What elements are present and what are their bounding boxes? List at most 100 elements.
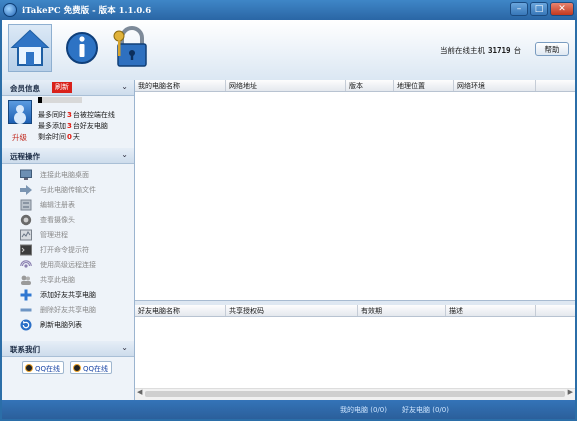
info-button[interactable] (60, 24, 104, 72)
qq-penguin-icon (25, 364, 33, 372)
op-advanced-connect[interactable]: 使用高级远程连接 (20, 258, 132, 272)
username-redacted (38, 97, 82, 103)
op-add-friend-computer[interactable]: 添加好友共享电脑 (20, 288, 132, 302)
member-line1-post: 台被控端在线 (72, 111, 115, 119)
col-network-env[interactable]: 网络环境 (457, 81, 485, 91)
op-share-computer[interactable]: 共享此电脑 (20, 273, 132, 287)
op-command-prompt[interactable]: 打开命令提示符 (20, 243, 132, 257)
scroll-left-icon[interactable]: ◀ (137, 388, 142, 396)
member-line3-pre: 剩余时间 (38, 133, 66, 141)
contact-header[interactable]: 联系我们 ⌄ (2, 341, 134, 357)
maximize-button[interactable]: □ (530, 2, 548, 16)
col-location[interactable]: 地理位置 (397, 81, 425, 91)
column-divider[interactable] (535, 80, 536, 91)
chevron-down-icon[interactable]: ⌄ (121, 343, 128, 352)
op-label: 共享此电脑 (40, 276, 75, 284)
minus-icon (20, 308, 32, 312)
member-line2-pre: 最多添加 (38, 122, 66, 130)
qq-online-button-1[interactable]: QQ在线 (22, 361, 64, 374)
online-count: 31719 (488, 46, 511, 55)
qq-online-button-2[interactable]: QQ在线 (70, 361, 112, 374)
op-label: 打开命令提示符 (40, 246, 89, 254)
process-icon (20, 229, 32, 241)
webcam-icon (20, 214, 32, 226)
op-label: 管理进程 (40, 231, 68, 239)
column-divider[interactable] (225, 305, 226, 316)
refresh-icon (20, 319, 32, 331)
op-label: 编辑注册表 (40, 201, 75, 209)
online-host-count: 当前在线主机 31719 台 (440, 45, 521, 56)
contact-title: 联系我们 (10, 345, 40, 354)
member-limit-friends: 最多添加3台好友电脑 (38, 121, 108, 131)
scroll-right-icon[interactable]: ▶ (568, 388, 573, 396)
column-divider[interactable] (345, 80, 346, 91)
col-computer-name[interactable]: 我的电脑名称 (138, 81, 180, 91)
my-computers-table[interactable]: 我的电脑名称 网络地址 版本 地理位置 网络环境 (135, 80, 575, 300)
op-manage-processes[interactable]: 管理进程 (20, 228, 132, 242)
status-friend-computers[interactable]: 好友电脑 (0/0) (402, 405, 449, 415)
member-line2-num: 3 (67, 122, 72, 130)
col-expiry[interactable]: 有效期 (361, 306, 382, 316)
col-version[interactable]: 版本 (349, 81, 363, 91)
online-label: 当前在线主机 (440, 46, 485, 55)
member-remaining-time: 剩余时间0天 (38, 132, 80, 142)
friend-computers-table[interactable]: 好友电脑名称 共享授权码 有效期 描述 ◀ ▶ (135, 305, 575, 400)
member-line2-post: 台好友电脑 (72, 122, 108, 130)
op-label: 使用高级远程连接 (40, 261, 96, 269)
plus-icon (20, 289, 32, 301)
app-window: iTakePC 免费版 - 版本 1.1.0.6 – □ ✕ 当前在线主机 31… (0, 0, 577, 421)
column-divider[interactable] (393, 80, 394, 91)
info-icon (66, 32, 98, 64)
op-label: 与此电脑传输文件 (40, 186, 96, 194)
col-friend-computer-name[interactable]: 好友电脑名称 (138, 306, 180, 316)
status-my-computers[interactable]: 我的电脑 (0/0) (340, 405, 387, 415)
home-button[interactable] (8, 24, 52, 72)
minimize-button[interactable]: – (510, 2, 528, 16)
member-line3-num: 0 (67, 133, 72, 141)
col-network-address[interactable]: 网络地址 (229, 81, 257, 91)
horizontal-scrollbar[interactable]: ◀ ▶ (135, 388, 575, 400)
op-label: 查看摄像头 (40, 216, 75, 224)
home-icon (10, 29, 50, 66)
op-label: 添加好友共享电脑 (40, 291, 96, 299)
column-divider[interactable] (535, 305, 536, 316)
op-label: 连接此电脑桌面 (40, 171, 89, 179)
refresh-member-button[interactable]: 刷新 (52, 82, 72, 93)
share-icon (21, 275, 31, 285)
column-divider[interactable] (453, 80, 454, 91)
avatar (8, 100, 32, 124)
remote-ops-title: 远程操作 (10, 152, 40, 161)
column-divider[interactable] (225, 80, 226, 91)
window-title: iTakePC 免费版 - 版本 1.1.0.6 (22, 6, 152, 16)
monitor-icon (20, 169, 32, 180)
title-bar[interactable]: iTakePC 免费版 - 版本 1.1.0.6 – □ ✕ (0, 0, 577, 20)
op-transfer-files[interactable]: 与此电脑传输文件 (20, 183, 132, 197)
help-button[interactable]: 帮助 (535, 42, 569, 56)
registry-icon (20, 199, 32, 211)
online-unit: 台 (513, 46, 522, 55)
upgrade-link[interactable]: 升级 (12, 132, 27, 143)
arrow-right-icon (20, 185, 32, 195)
op-refresh-list[interactable]: 刷新电脑列表 (20, 318, 132, 332)
close-button[interactable]: ✕ (550, 2, 574, 16)
remote-ops-header[interactable]: 远程操作 ⌄ (2, 148, 134, 164)
op-edit-registry[interactable]: 编辑注册表 (20, 198, 132, 212)
chevron-down-icon[interactable]: ⌄ (121, 150, 128, 159)
chevron-down-icon[interactable]: ⌄ (121, 82, 128, 91)
status-bar (2, 400, 575, 419)
col-share-code[interactable]: 共享授权码 (229, 306, 264, 316)
terminal-icon (20, 244, 32, 256)
col-description[interactable]: 描述 (449, 306, 463, 316)
column-divider[interactable] (357, 305, 358, 316)
op-remove-friend-computer[interactable]: 删除好友共享电脑 (20, 303, 132, 317)
column-divider[interactable] (445, 305, 446, 316)
member-line3-post: 天 (72, 133, 80, 141)
op-label: 刷新电脑列表 (40, 321, 82, 329)
toolbar: 当前在线主机 31719 台 帮助 (2, 20, 575, 80)
sidebar: 会员信息 刷新 ⌄ 升级 最多同时3台被控端在线 最多添加3台好友电脑 剩余时间… (2, 80, 135, 400)
op-connect-desktop[interactable]: 连接此电脑桌面 (20, 168, 132, 182)
scroll-thumb[interactable] (145, 391, 565, 397)
member-info-header[interactable]: 会员信息 刷新 ⌄ (2, 80, 134, 96)
op-view-webcam[interactable]: 查看摄像头 (20, 213, 132, 227)
lock-button[interactable] (110, 24, 154, 72)
